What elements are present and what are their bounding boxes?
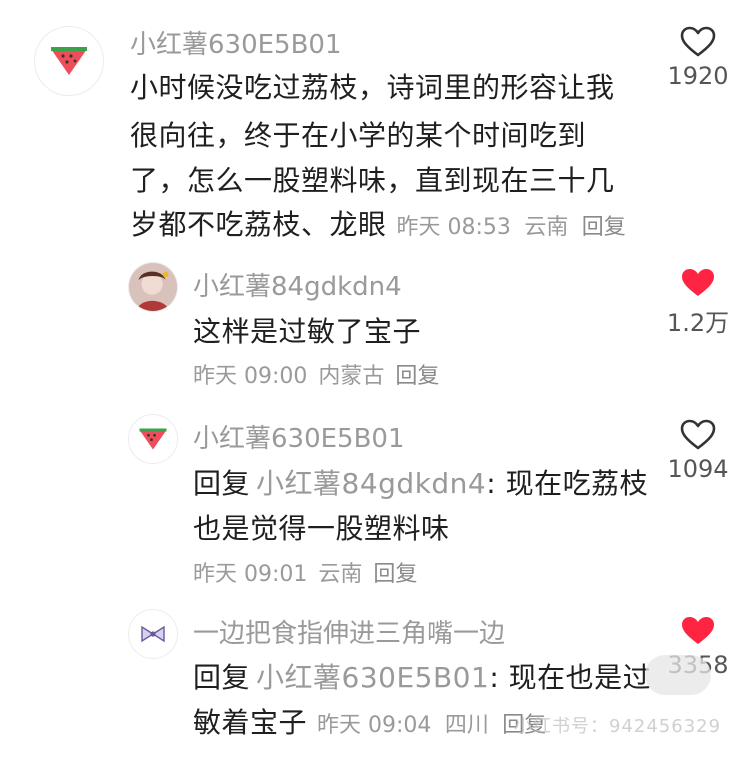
reply-location: 四川 [444, 713, 489, 738]
watermelon-icon [139, 428, 167, 450]
avatar[interactable] [128, 414, 178, 464]
reply-button[interactable]: 回复 [373, 562, 417, 587]
heart-filled-icon [682, 617, 714, 644]
avatar[interactable] [128, 609, 178, 659]
reply-timestamp: 昨天 09:01 [193, 562, 308, 587]
reply-timestamp: 昨天 09:04 [317, 713, 432, 738]
watermark: 小红书号：942456329 [514, 716, 722, 737]
comment-username[interactable]: 小红薯630E5B01 [130, 24, 342, 61]
heart-filled-icon [682, 269, 714, 296]
like-count: 1.2万 [666, 309, 730, 337]
comment-text-line: 小时候没吃过荔枝，诗词里的形容让我 [130, 71, 615, 104]
reply-prefix: 回复 [193, 661, 251, 694]
comment-item: 小红薯630E5B01 小时候没吃过荔枝，诗词里的形容让我 很向往，终于在小学的… [0, 0, 750, 250]
heart-outline-icon [680, 26, 716, 57]
reply-text: : 现在吃荔枝 [486, 467, 649, 500]
like-button[interactable]: 1094 [667, 419, 729, 483]
reply-button[interactable]: 回复 [395, 364, 439, 389]
reply-meta: 昨天 09:01 云南 回复 [193, 556, 417, 588]
reply-text-line: 回复 小红薯84gdkdn4: 现在吃荔枝 [193, 462, 648, 502]
like-count: 1094 [667, 455, 729, 483]
reply-meta: 昨天 09:00 内蒙古 回复 [193, 358, 439, 390]
reply-username[interactable]: 一边把食指伸进三角嘴一边 [193, 613, 505, 650]
comment-text-line: 了，怎么一股塑料味，直到现在三十几 [130, 164, 615, 197]
reply-text-line: 敏着宝子 昨天 09:04 四川 回复 [193, 701, 546, 741]
watermark-badge [645, 655, 711, 695]
avatar[interactable] [34, 26, 104, 96]
reply-target-username[interactable]: 小红薯630E5B01 [256, 661, 489, 694]
reply-button[interactable]: 回复 [582, 215, 626, 240]
user-photo-icon [129, 263, 177, 311]
heart-outline-icon [680, 419, 716, 450]
reply-text: 这柈是过敏了宝子 [193, 315, 422, 348]
bow-icon [141, 625, 165, 643]
comment-timestamp: 昨天 08:53 [396, 215, 511, 240]
like-count: 1920 [667, 62, 729, 90]
comment-location: 云南 [524, 215, 569, 240]
like-button[interactable]: 1920 [667, 26, 729, 90]
reply-timestamp: 昨天 09:00 [193, 364, 308, 389]
reply-text-line: 也是觉得一股塑料味 [193, 512, 450, 545]
reply-username[interactable]: 小红薯84gdkdn4 [193, 266, 402, 303]
reply-prefix: 回复 [193, 467, 251, 500]
comment-text: 岁都不吃荔枝、龙眼 [130, 208, 387, 241]
reply-location: 云南 [318, 562, 363, 587]
reply-text-line: 回复 小红薯630E5B01: 现在也是过 [193, 656, 651, 696]
reply-username[interactable]: 小红薯630E5B01 [193, 418, 405, 455]
reply-location: 内蒙古 [318, 364, 385, 389]
reply-item: 小红薯84gdkdn4 这柈是过敏了宝子 昨天 09:00 内蒙古 回复 1.2… [0, 250, 750, 400]
watermelon-icon [51, 47, 87, 75]
avatar[interactable] [128, 262, 178, 312]
reply-item: 小红薯630E5B01 回复 小红薯84gdkdn4: 现在吃荔枝 也是觉得一股塑… [0, 400, 750, 595]
comment-text-line: 很向往，终于在小学的某个时间吃到 [130, 119, 587, 152]
comment-text-line: 岁都不吃荔枝、龙眼 昨天 08:53 云南 回复 [130, 203, 626, 243]
like-button[interactable]: 1.2万 [666, 267, 730, 338]
reply-text: 敏着宝子 [193, 706, 308, 739]
reply-text: : 现在也是过 [489, 661, 652, 694]
reply-target-username[interactable]: 小红薯84gdkdn4 [256, 467, 486, 500]
